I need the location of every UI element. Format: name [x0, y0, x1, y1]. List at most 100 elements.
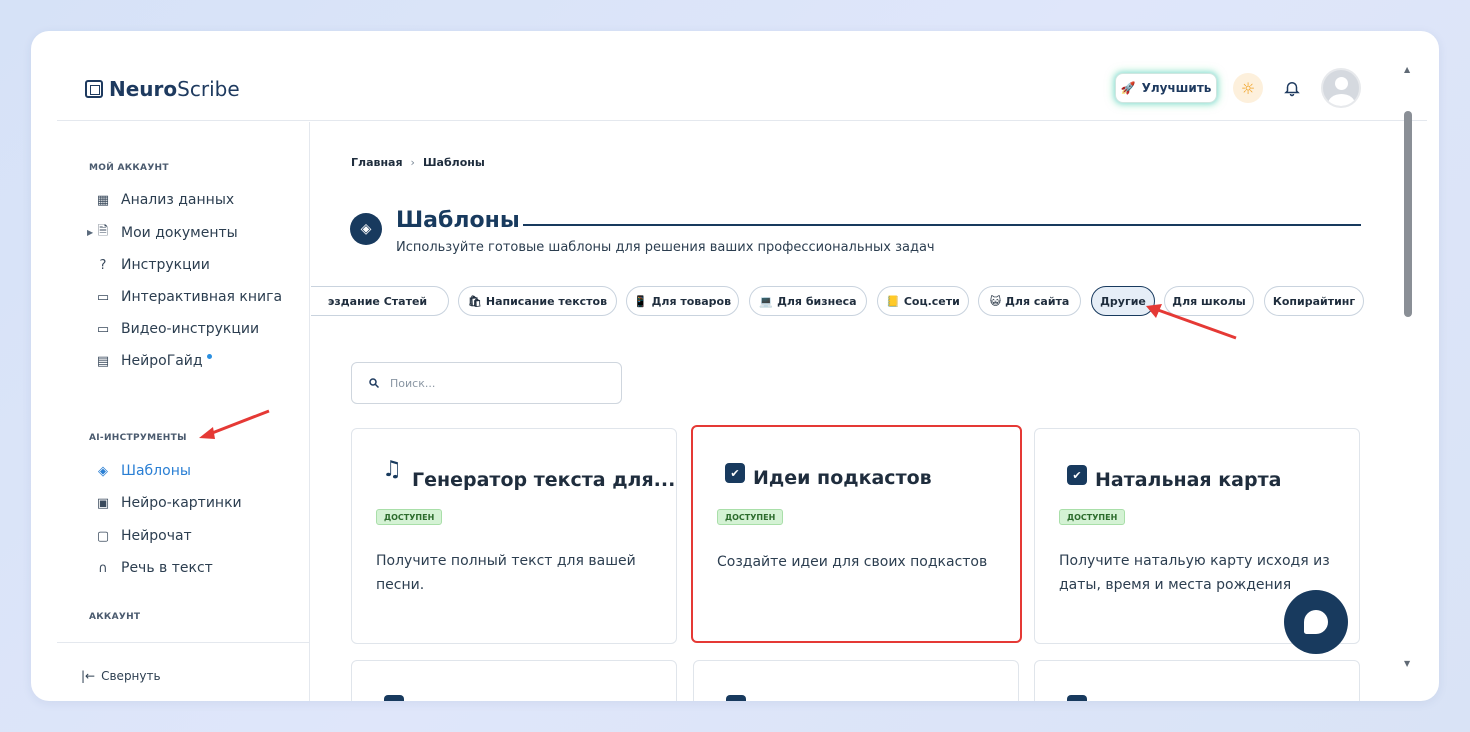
checkbox-icon: ✔ — [1067, 465, 1087, 485]
breadcrumb: Главная › Шаблоны — [351, 156, 485, 169]
chip-social[interactable]: 📒 Соц.сети — [877, 286, 969, 316]
chip-products[interactable]: 📱 Для товаров — [626, 286, 739, 316]
chip-website[interactable]: 😺 Для сайта — [978, 286, 1081, 316]
collapse-icon: |← — [81, 669, 96, 683]
breadcrumb-current: Шаблоны — [422, 156, 485, 169]
chip-label: Для товаров — [651, 294, 732, 308]
template-card[interactable]: ✔ — [1034, 660, 1360, 701]
sidebar-item-instructions[interactable]: ? Инструкции — [95, 255, 210, 275]
status-badge: ДОСТУПЕН — [376, 509, 443, 525]
chip-text-writing[interactable]: 🛍 Написание текстов — [458, 286, 617, 316]
document-icon: 🗎 — [97, 224, 109, 239]
sidebar-item-label: НейроГайд — [121, 353, 203, 369]
notebook-icon: 📒 — [886, 294, 900, 308]
sidebar-item-label: Нейро-картинки — [121, 495, 242, 511]
scroll-up-icon[interactable]: ▲ — [1404, 65, 1410, 74]
book-icon: ▭ — [96, 289, 110, 305]
sidebar-item-label: Инструкции — [121, 257, 210, 273]
scrollbar-thumb[interactable] — [1404, 111, 1412, 317]
sidebar-item-neuroguide[interactable]: ▤ НейроГайд — [95, 351, 212, 371]
video-icon: ▭ — [96, 321, 110, 337]
title-divider — [523, 224, 1361, 226]
sidebar-item-video-instructions[interactable]: ▭ Видео-инструкции — [95, 319, 259, 339]
help-icon: ? — [99, 257, 107, 273]
chip-business[interactable]: 💻 Для бизнеса — [749, 286, 867, 316]
chat-support-button[interactable] — [1284, 590, 1348, 654]
sun-icon: ☼ — [1240, 78, 1256, 98]
sidebar-item-templates[interactable]: ◈ Шаблоны — [95, 461, 191, 481]
section-title-account: МОЙ АККАУНТ — [89, 163, 169, 173]
checkbox-icon: ✔ — [726, 695, 746, 701]
chip-label: Соц.сети — [903, 294, 960, 308]
upgrade-button[interactable]: 🚀 Улучшить — [1115, 73, 1217, 103]
sidebar-item-label: Анализ данных — [121, 192, 235, 208]
chip-school[interactable]: Для школы — [1164, 286, 1254, 316]
chip-copywriting[interactable]: Копирайтинг — [1264, 286, 1364, 316]
status-badge: ДОСТУПЕН — [717, 509, 784, 525]
sidebar-item-interactive-book[interactable]: ▭ Интерактивная книга — [95, 287, 282, 307]
brand-name-bold: Neuro — [109, 77, 178, 101]
chip-label: Для бизнеса — [777, 294, 857, 308]
template-card-podcast-ideas[interactable]: ✔ Идеи подкастов ДОСТУПЕН Создайте идеи … — [691, 425, 1022, 643]
section-title-ai-tools: AI-ИНСТРУМЕНТЫ — [89, 433, 187, 443]
sidebar-item-speech-to-text[interactable]: ∩ Речь в текст — [95, 558, 213, 578]
card-description: Получите натальую карту исходя из даты, … — [1059, 553, 1330, 593]
template-card-song-text[interactable]: ♫ Генератор текста для... ДОСТУПЕН Получ… — [351, 428, 677, 644]
page-title: Шаблоны — [396, 208, 520, 233]
sidebar-item-label: Речь в текст — [121, 560, 213, 576]
sidebar-item-label: Мои документы — [121, 225, 238, 241]
checkbox-icon: ✔ — [384, 695, 404, 701]
theme-toggle-button[interactable]: ☼ — [1233, 73, 1263, 103]
headphones-icon: ∩ — [98, 560, 108, 576]
brand-logo[interactable]: NeuroScribe — [85, 77, 240, 101]
app-window: NeuroScribe 🚀 Улучшить ☼ МОЙ АККАУНТ ▦ А… — [31, 31, 1439, 701]
sidebar: МОЙ АККАУНТ ▦ Анализ данных ▶ 🗎 Мои доку… — [57, 122, 310, 701]
chip-other[interactable]: Другие — [1091, 286, 1155, 316]
scroll-down-icon[interactable]: ▼ — [1404, 659, 1410, 668]
bell-icon — [1284, 82, 1300, 97]
music-note-icon: ♫ — [382, 456, 402, 482]
sidebar-item-neurochat[interactable]: ▢ Нейрочат — [95, 526, 192, 546]
sidebar-item-neuro-images[interactable]: ▣ Нейро-картинки — [95, 493, 242, 513]
page-subtitle: Используйте готовые шаблоны для решения … — [396, 240, 935, 255]
sidebar-item-data-analysis[interactable]: ▦ Анализ данных — [95, 190, 234, 210]
brand-name-light: Scribe — [177, 77, 240, 101]
grid-icon: ▦ — [96, 192, 110, 208]
rocket-icon: 🚀 — [1120, 81, 1136, 95]
main-content: Главная › Шаблоны ◈ Шаблоны Используйте … — [311, 122, 1401, 701]
user-avatar[interactable] — [1321, 68, 1361, 108]
card-description: Создайте идеи для своих подкастов — [717, 554, 988, 570]
top-header: NeuroScribe 🚀 Улучшить ☼ — [57, 31, 1427, 121]
breadcrumb-separator-icon: › — [410, 156, 415, 169]
checkbox-icon: ✔ — [725, 463, 745, 483]
breadcrumb-home-link[interactable]: Главная — [351, 156, 403, 169]
checkbox-icon: ✔ — [1067, 695, 1087, 701]
laptop-icon: 💻 — [759, 294, 774, 308]
layout-icon: ▤ — [96, 353, 110, 369]
notifications-button[interactable] — [1279, 75, 1305, 101]
section-title-account-2: АККАУНТ — [89, 612, 141, 622]
card-title: Идеи подкастов — [753, 467, 932, 489]
chip-articles[interactable]: эздание Статей — [311, 286, 449, 316]
sidebar-item-label: Нейрочат — [121, 528, 192, 544]
search-input[interactable]: Поиск... — [351, 362, 622, 404]
search-icon — [369, 378, 380, 389]
chip-label: Копирайтинг — [1272, 294, 1356, 308]
chip-label: Написание текстов — [485, 294, 608, 308]
sidebar-item-label: Шаблоны — [121, 463, 191, 479]
expand-caret-icon[interactable]: ▶ — [87, 228, 93, 237]
chip-label: Другие — [1100, 294, 1146, 308]
template-card[interactable]: ✔ — [693, 660, 1019, 701]
chip-label: эздание Статей — [327, 294, 428, 308]
sidebar-item-my-documents[interactable]: 🗎 Мои документы — [95, 223, 238, 243]
collapse-sidebar-button[interactable]: |← Свернуть — [81, 669, 161, 683]
sidebar-item-label: Интерактивная книга — [121, 289, 283, 305]
template-card[interactable]: ✔ — [351, 660, 677, 701]
image-icon: ▣ — [96, 495, 110, 511]
collapse-label: Свернуть — [101, 669, 161, 683]
search-placeholder: Поиск... — [390, 376, 436, 390]
shopping-bag-icon: 🛍 — [467, 294, 482, 308]
category-chips: эздание Статей 🛍 Написание текстов 📱 Для… — [311, 286, 1401, 318]
layers-icon: ◈ — [98, 463, 108, 479]
vertical-scrollbar[interactable]: ▲ ▼ — [1401, 61, 1415, 671]
